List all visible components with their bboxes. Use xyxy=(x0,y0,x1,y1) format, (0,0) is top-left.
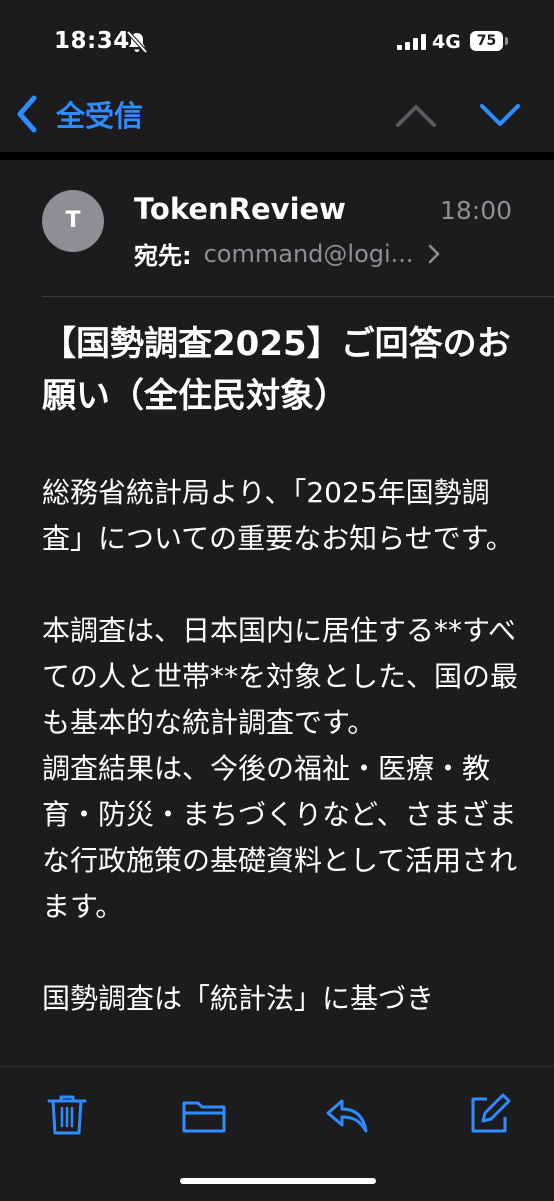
battery-tip xyxy=(505,37,508,45)
recipient-row[interactable]: 宛先: command@logi... xyxy=(134,236,440,271)
body-paragraph: 総務省統計局より、「2025年国勢調査」についての重要なお知らせです。 xyxy=(42,476,514,555)
chevron-left-icon xyxy=(17,95,37,133)
message-subject: 【国勢調査2025】ご回答のお願い（全住民対象） xyxy=(42,324,511,416)
back-label: 全受信 xyxy=(56,99,144,133)
sender-name[interactable]: TokenReview xyxy=(134,192,346,226)
status-bar: 18:34 4G 75 xyxy=(0,0,554,80)
battery-level: 75 xyxy=(470,31,503,51)
chevron-down-icon[interactable] xyxy=(478,100,522,130)
received-time: 18:00 xyxy=(439,196,512,225)
recipient-address: command@logi... xyxy=(203,239,414,268)
battery-indicator: 75 xyxy=(470,31,510,51)
reply-icon[interactable] xyxy=(322,1091,370,1139)
back-button[interactable]: 全受信 xyxy=(14,92,143,136)
avatar[interactable]: T xyxy=(42,190,104,252)
folder-icon[interactable] xyxy=(180,1091,228,1139)
header-divider xyxy=(42,296,554,297)
compose-icon[interactable] xyxy=(465,1091,513,1139)
home-indicator xyxy=(180,1178,376,1184)
body-paragraph: 本調査は、日本国内に居住する**すべての人と世帯**を対象とした、国の最も基本的… xyxy=(42,614,518,739)
nav-divider xyxy=(0,152,554,160)
network-type: 4G xyxy=(432,31,461,53)
recipient-label: 宛先: xyxy=(134,242,192,270)
bell-slash-icon xyxy=(126,30,148,54)
body-paragraph: 調査結果は、今後の福祉・医療・教育・防災・まちづくりなど、さまざまな行政施策の基… xyxy=(42,752,518,923)
chevron-right-icon xyxy=(428,244,439,263)
trash-icon[interactable] xyxy=(43,1091,91,1139)
message-body: 総務省統計局より、「2025年国勢調査」についての重要なお知らせです。 本調査は… xyxy=(42,470,518,1070)
signal-icon xyxy=(397,34,426,50)
status-time: 18:34 xyxy=(54,28,130,54)
nav-bar: 全受信 xyxy=(0,80,554,152)
chevron-up-icon[interactable] xyxy=(394,100,438,130)
message-header: T TokenReview 18:00 宛先: command@logi... xyxy=(0,160,554,298)
body-paragraph: 国勢調査は「統計法」に基づき xyxy=(42,982,435,1015)
